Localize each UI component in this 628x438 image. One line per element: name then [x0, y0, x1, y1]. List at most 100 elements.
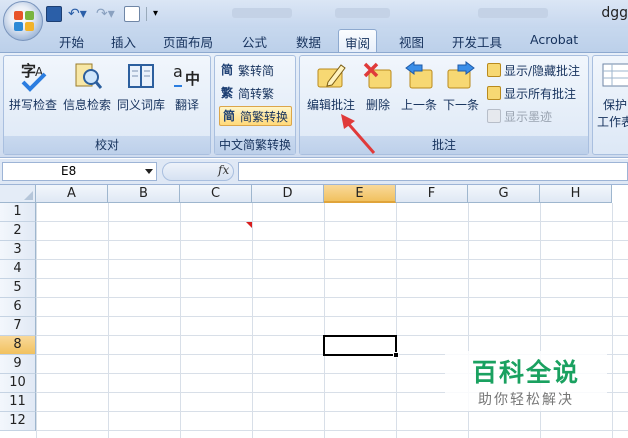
next-comment-button[interactable]: 下一条: [441, 60, 481, 113]
row-header-3[interactable]: 3: [0, 241, 36, 260]
row-header-8[interactable]: 8: [0, 336, 36, 355]
to-traditional-button[interactable]: 繁 简转繁: [221, 83, 274, 103]
thesaurus-icon: [126, 60, 156, 92]
active-cell[interactable]: [323, 335, 397, 356]
comment-indicator-icon[interactable]: [246, 222, 252, 228]
delete-comment-icon: [363, 60, 393, 92]
row-header-10[interactable]: 10: [0, 374, 36, 393]
edit-comment-button[interactable]: 编辑批注: [304, 60, 358, 113]
tab-formulas[interactable]: 公式: [242, 32, 267, 51]
watermark-title: 百科全说: [471, 358, 580, 387]
thesaurus-label: 同义词库: [116, 98, 165, 112]
protect-label: 保护: [602, 98, 627, 112]
svg-text:a: a: [173, 62, 183, 81]
convert-button[interactable]: 简 简繁转换: [219, 106, 293, 126]
spell-check-button[interactable]: 字A 拼写检查: [7, 60, 59, 113]
name-box[interactable]: E8: [2, 162, 157, 181]
spell-check-icon: 字A: [18, 60, 48, 92]
svg-text:中: 中: [185, 70, 200, 88]
show-hide-comment-icon: [487, 63, 501, 77]
previous-comment-button[interactable]: 上一条: [399, 60, 439, 113]
ribbon-tabs: 开始 插入 页面布局 公式 数据 审阅 视图 开发工具 Acrobat: [0, 28, 628, 53]
show-all-comments-button[interactable]: 显示所有批注: [487, 83, 576, 103]
show-ink-icon: [487, 109, 501, 123]
show-all-comments-icon: [487, 86, 501, 100]
delete-comment-label: 删除: [365, 98, 390, 112]
row-header-1[interactable]: 1: [0, 203, 36, 222]
select-all-button[interactable]: [0, 185, 36, 203]
group-label-comments: 批注: [300, 136, 588, 154]
group-label-proofing: 校对: [4, 136, 210, 154]
research-button[interactable]: 信息检索: [62, 60, 112, 113]
group-proofing: 字A 拼写检查 信息检索 同义词库 a中 翻译 校对: [3, 55, 211, 155]
column-header-c[interactable]: C: [180, 185, 252, 203]
print-preview-icon[interactable]: [124, 6, 140, 22]
column-header-b[interactable]: B: [108, 185, 180, 203]
row-header-2[interactable]: 2: [0, 222, 36, 241]
name-box-value: E8: [61, 164, 77, 178]
chevron-down-icon[interactable]: [145, 169, 153, 174]
row-header-12[interactable]: 12: [0, 412, 36, 431]
group-comments: 编辑批注 删除 上一条 下一条 显示/隐藏批注 显示所有批注 显示墨迹 批注: [299, 55, 589, 155]
column-header-e[interactable]: E: [324, 185, 396, 203]
protect-sheet-button[interactable]: 保护 工作表: [595, 60, 628, 130]
office-button[interactable]: [3, 1, 43, 41]
column-header-f[interactable]: F: [396, 185, 468, 203]
watermark: 百科全说 助你轻松解决: [445, 351, 607, 411]
insert-function-icon[interactable]: fx: [218, 163, 229, 177]
window-title: dgg: [601, 5, 628, 21]
redo-icon[interactable]: ↷▾: [96, 6, 118, 22]
tab-developer[interactable]: 开发工具: [452, 32, 502, 51]
convert-icon: 简: [223, 109, 236, 123]
column-header-g[interactable]: G: [468, 185, 540, 203]
edit-comment-label: 编辑批注: [306, 98, 355, 112]
tab-review[interactable]: 审阅: [338, 29, 378, 53]
to-simplified-button[interactable]: 简 繁转简: [221, 60, 274, 80]
tab-acrobat[interactable]: Acrobat: [530, 32, 578, 47]
previous-comment-icon: [404, 60, 434, 92]
formula-bar: E8 fx: [0, 159, 628, 185]
row-header-9[interactable]: 9: [0, 355, 36, 374]
row-header-6[interactable]: 6: [0, 298, 36, 317]
ribbon: 字A 拼写检查 信息检索 同义词库 a中 翻译 校对 简 繁转简 繁 简转繁 简…: [0, 52, 628, 158]
show-hide-comment-button[interactable]: 显示/隐藏批注: [487, 60, 580, 80]
to-traditional-label: 简转繁: [238, 86, 275, 101]
show-ink-button[interactable]: 显示墨迹: [487, 106, 552, 126]
to-simplified-label: 繁转简: [238, 63, 275, 78]
thesaurus-button[interactable]: 同义词库: [116, 60, 166, 113]
row-header-4[interactable]: 4: [0, 260, 36, 279]
translate-button[interactable]: a中 翻译: [168, 60, 206, 113]
next-comment-icon: [446, 60, 476, 92]
group-label-chinese-conversion: 中文简繁转换: [215, 136, 295, 154]
show-hide-comment-label: 显示/隐藏批注: [504, 63, 581, 78]
undo-icon[interactable]: ↶▾: [68, 6, 90, 22]
research-icon: [72, 60, 103, 92]
convert-label: 简繁转换: [240, 109, 289, 124]
previous-comment-label: 上一条: [400, 98, 437, 112]
column-header-h[interactable]: H: [540, 185, 612, 203]
title-bar: ↶▾ ↷▾ ▾ dgg: [0, 0, 628, 41]
row-header-5[interactable]: 5: [0, 279, 36, 298]
save-icon[interactable]: [46, 6, 62, 22]
office-logo-icon: [14, 11, 34, 31]
tab-view[interactable]: 视图: [399, 32, 424, 51]
traditional-char-icon: 简: [221, 63, 234, 77]
quick-access-toolbar: ↶▾ ↷▾ ▾: [46, 4, 163, 24]
customize-qat-icon[interactable]: ▾: [153, 6, 163, 22]
tab-page-layout[interactable]: 页面布局: [163, 32, 213, 51]
delete-comment-button[interactable]: 删除: [360, 60, 396, 113]
formula-input[interactable]: [238, 162, 628, 181]
protect-label-line2: 工作表: [596, 115, 628, 129]
simplified-char-icon: 繁: [221, 86, 234, 100]
protect-sheet-icon: [601, 60, 628, 92]
tab-home[interactable]: 开始: [59, 32, 84, 51]
group-chinese-conversion: 简 繁转简 繁 简转繁 简 简繁转换 中文简繁转换: [214, 55, 296, 155]
tab-insert[interactable]: 插入: [111, 32, 136, 51]
column-header-d[interactable]: D: [252, 185, 324, 203]
fill-handle[interactable]: [393, 352, 399, 358]
row-header-7[interactable]: 7: [0, 317, 36, 336]
column-header-a[interactable]: A: [36, 185, 108, 203]
tab-data[interactable]: 数据: [296, 32, 321, 51]
svg-text:字: 字: [21, 62, 36, 80]
row-header-11[interactable]: 11: [0, 393, 36, 412]
